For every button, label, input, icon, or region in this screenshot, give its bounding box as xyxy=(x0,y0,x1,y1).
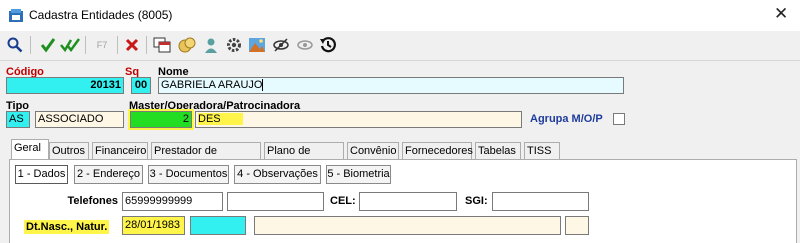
tab-fornecedores[interactable]: Fornecedores xyxy=(402,142,473,159)
subtab-biometria[interactable]: 5 - Biometria xyxy=(326,165,391,184)
user-icon[interactable] xyxy=(201,35,221,55)
subtab-dados[interactable]: 1 - Dados xyxy=(15,165,68,184)
image-icon[interactable] xyxy=(247,35,267,55)
eye-icon[interactable] xyxy=(295,35,315,55)
tab-prestador-de-servicos[interactable]: Prestador de Serviços xyxy=(151,142,261,174)
sq-field[interactable]: 00 xyxy=(131,77,151,94)
nome-field[interactable]: GABRIELA ARAUJO​ xyxy=(158,77,624,94)
codigo-field[interactable]: 20131 xyxy=(6,77,124,94)
naturalidade-code-field[interactable] xyxy=(190,216,246,235)
close-icon[interactable]: ✕ xyxy=(774,4,788,24)
tab-outros[interactable]: Outros xyxy=(49,142,89,159)
sgi-label: SGI: xyxy=(465,195,488,207)
subtab-documentos[interactable]: 3 - Documentos xyxy=(148,165,229,184)
cel-label: CEL: xyxy=(330,195,356,207)
toolbar-separator xyxy=(85,36,86,54)
telefone-2-field[interactable] xyxy=(227,192,324,211)
confirm-all-icon[interactable] xyxy=(60,35,80,55)
toolbar xyxy=(0,31,800,61)
tab-convenio[interactable]: Convênio xyxy=(347,142,399,159)
tipo-code-field[interactable]: AS xyxy=(6,111,30,128)
tipo-description-field[interactable]: ASSOCIADO xyxy=(35,111,124,128)
subtab-observacoes[interactable]: 4 - Observações xyxy=(234,165,321,184)
copy-window-icon[interactable] xyxy=(152,35,172,55)
f7-icon[interactable]: F7 xyxy=(92,35,112,55)
nascimento-label: Dt.Nasc., Natur. xyxy=(24,220,110,234)
confirm-check-icon[interactable] xyxy=(38,35,58,55)
hide-eye-icon[interactable] xyxy=(271,35,291,55)
telefones-field[interactable]: 65999999999 xyxy=(122,192,223,211)
tab-tabelas[interactable]: Tabelas xyxy=(475,142,521,159)
telefones-label: Telefones xyxy=(67,195,118,207)
tab-financeiro[interactable]: Financeiro xyxy=(92,142,148,159)
text-cursor: ​ xyxy=(262,79,264,91)
subtab-endereco[interactable]: 2 - Endereço xyxy=(74,165,143,184)
app-icon xyxy=(9,9,23,22)
search-icon[interactable] xyxy=(5,35,25,55)
toolbar-separator xyxy=(117,36,118,54)
delete-icon[interactable] xyxy=(122,35,142,55)
nascimento-date-field[interactable]: 28/01/1983 xyxy=(122,216,185,235)
toolbar-separator xyxy=(30,36,31,54)
tab-plano-de-saude[interactable]: Plano de Saúde xyxy=(264,142,344,174)
nome-field-value: GABRIELA ARAUJO xyxy=(161,79,263,91)
agrupa-label: Agrupa M/O/P xyxy=(530,113,603,125)
master-description-value: DES xyxy=(198,113,243,125)
window-title: Cadastra Entidades (8005) xyxy=(29,8,173,22)
agrupa-checkbox[interactable] xyxy=(613,113,625,125)
cel-field[interactable] xyxy=(359,192,457,211)
coins-icon[interactable] xyxy=(177,35,197,55)
sgi-field[interactable] xyxy=(492,192,589,211)
gear-icon[interactable] xyxy=(224,35,244,55)
tab-tiss[interactable]: TISS xyxy=(524,142,560,159)
history-icon[interactable] xyxy=(318,35,338,55)
toolbar-separator xyxy=(146,36,147,54)
master-description-field[interactable]: DES xyxy=(195,111,522,128)
naturalidade-uf-field[interactable] xyxy=(565,216,589,235)
master-code-field[interactable]: 2 xyxy=(128,109,194,130)
naturalidade-description-field[interactable] xyxy=(254,216,561,235)
tab-geral[interactable]: Geral xyxy=(11,139,49,160)
